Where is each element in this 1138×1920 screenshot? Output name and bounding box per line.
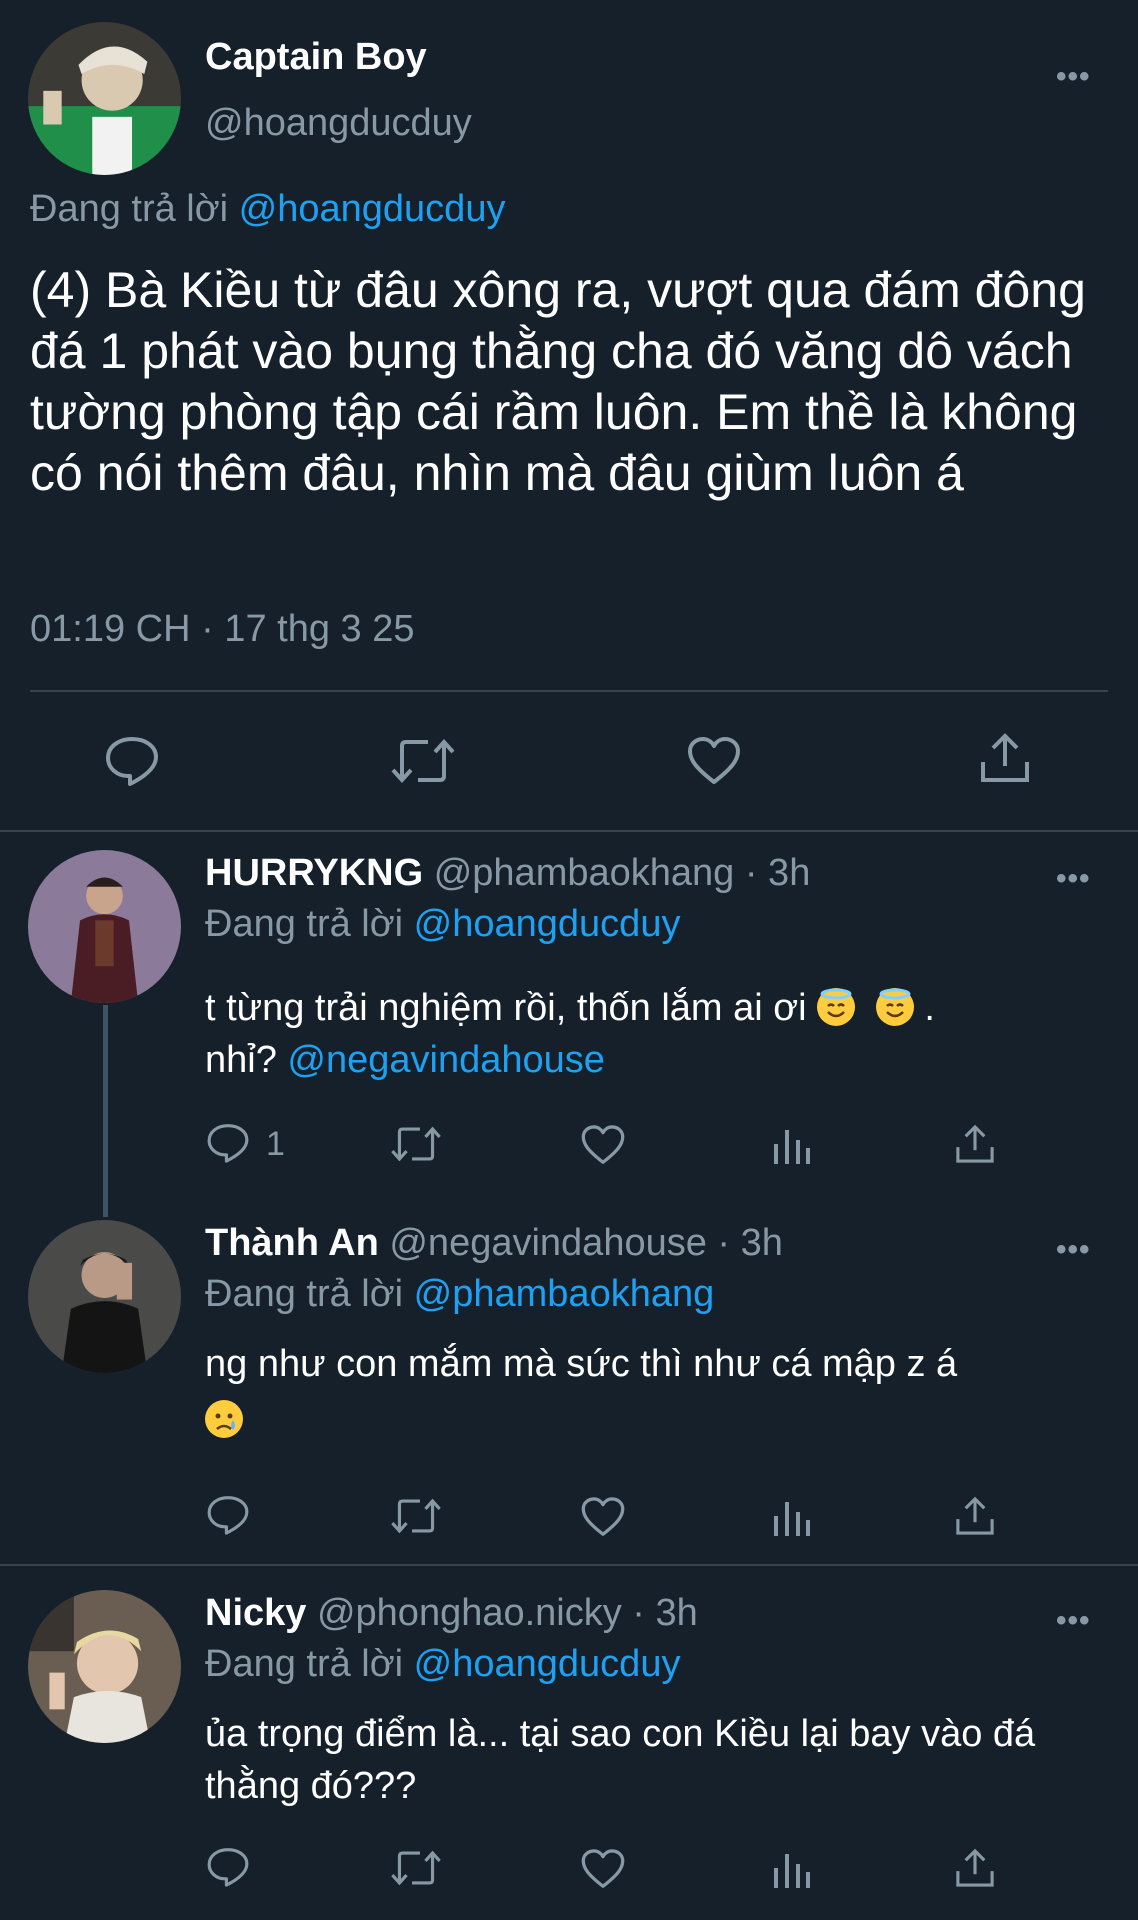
mention-link[interactable]: @negavindahouse — [287, 1039, 605, 1081]
more-options-icon[interactable]: ••• — [1056, 1235, 1091, 1265]
more-options-icon[interactable]: ••• — [1056, 62, 1091, 92]
user-handle[interactable]: @hoangducduy — [205, 102, 472, 145]
share-icon — [956, 1848, 994, 1887]
share-icon — [956, 1496, 994, 1535]
retweet-button[interactable] — [390, 1124, 442, 1164]
tweet-timestamp[interactable]: 01:19 CH · 17 thg 3 25 — [30, 608, 414, 651]
display-name[interactable]: Captain Boy — [205, 36, 427, 79]
share-button[interactable] — [954, 1122, 996, 1166]
like-button[interactable] — [580, 1848, 626, 1890]
display-name[interactable]: Thành An — [205, 1222, 379, 1264]
replying-to: Đang trả lời @hoangducduy — [205, 1643, 680, 1686]
divider — [30, 690, 1108, 692]
heart-icon — [581, 1125, 625, 1164]
retweet-icon — [391, 739, 455, 783]
like-button[interactable] — [686, 736, 742, 786]
replying-to: Đang trả lời @hoangducduy — [30, 188, 505, 231]
share-button[interactable] — [954, 1494, 996, 1538]
views-button[interactable] — [772, 1126, 812, 1166]
reply-header: Thành An @negavindahouse · 3h — [205, 1222, 783, 1265]
heart-icon — [688, 737, 740, 784]
retweet-icon — [391, 1850, 441, 1886]
more-options-icon[interactable]: ••• — [1056, 864, 1091, 894]
retweet-button[interactable] — [390, 1496, 442, 1536]
reply-text: ng như con mắm mà sức thì như cá mập z á — [205, 1338, 1085, 1446]
reply-icon — [106, 737, 158, 786]
replying-to: Đang trả lời @phambaokhang — [205, 1273, 714, 1316]
replying-mention[interactable]: @hoangducduy — [414, 903, 681, 945]
reply-icon — [207, 1848, 249, 1887]
reply-button[interactable] — [206, 1122, 250, 1164]
reply-icon — [207, 1124, 249, 1163]
handle-time[interactable]: @phonghao.nicky · 3h — [317, 1592, 698, 1634]
tweet-text: (4) Bà Kiều từ đâu xông ra, vượt qua đám… — [30, 262, 1086, 501]
avatar-captain-boy[interactable] — [28, 22, 181, 175]
reply-text: t từng trải nghiệm rồi, thốn lắm ai ơi .… — [205, 982, 1085, 1086]
reply-header: HURRYKNG @phambaokhang · 3h — [205, 852, 810, 895]
handle-time[interactable]: @phambaokhang · 3h — [434, 852, 811, 894]
crying-face-icon — [205, 1400, 243, 1438]
reply-button[interactable] — [104, 735, 160, 787]
replying-to: Đang trả lời @hoangducduy — [205, 903, 680, 946]
views-icon — [774, 1854, 810, 1888]
views-button[interactable] — [772, 1850, 812, 1890]
section-divider — [0, 830, 1138, 832]
replying-mention[interactable]: @hoangducduy — [239, 188, 506, 230]
replying-prefix: Đang trả lời — [205, 1273, 404, 1315]
avatar-hurrykng[interactable] — [28, 850, 181, 1003]
heart-icon — [581, 1497, 625, 1536]
handle-time[interactable]: @negavindahouse · 3h — [389, 1222, 783, 1264]
section-divider — [0, 1564, 1138, 1566]
share-button[interactable] — [954, 1846, 996, 1890]
share-button[interactable] — [978, 730, 1032, 786]
reply-text-part: nhỉ? — [205, 1039, 277, 1081]
reply-header: Nicky @phonghao.nicky · 3h — [205, 1592, 698, 1635]
reply-icon — [207, 1496, 249, 1535]
reply-text-part: t từng trải nghiệm rồi, thốn lắm ai ơi — [205, 987, 807, 1029]
display-name[interactable]: HURRYKNG — [205, 852, 423, 894]
views-icon — [774, 1502, 810, 1536]
reply-button[interactable] — [206, 1494, 250, 1536]
like-button[interactable] — [580, 1496, 626, 1538]
replying-prefix: Đang trả lời — [30, 188, 229, 230]
thread-line — [103, 1005, 108, 1217]
heart-icon — [581, 1849, 625, 1888]
share-icon — [956, 1124, 994, 1163]
smiling-face-with-halo-icon — [817, 988, 856, 1026]
views-icon — [774, 1130, 810, 1164]
retweet-button[interactable] — [390, 1848, 442, 1888]
replying-prefix: Đang trả lời — [205, 903, 404, 945]
display-name[interactable]: Nicky — [205, 1592, 306, 1634]
share-icon — [981, 733, 1029, 782]
replying-mention[interactable]: @hoangducduy — [414, 1643, 681, 1685]
views-button[interactable] — [772, 1498, 812, 1538]
replying-prefix: Đang trả lời — [205, 1643, 404, 1685]
main-tweet: Captain Boy @hoangducduy ••• Đang trả lờ… — [0, 0, 1138, 830]
reply-button[interactable] — [206, 1846, 250, 1888]
reply-text: ủa trọng điểm là... tại sao con Kiều lại… — [205, 1713, 1036, 1807]
avatar-nicky[interactable] — [28, 1590, 181, 1743]
reply-text-part: ng như con mắm mà sức thì như cá mập z á — [205, 1343, 958, 1385]
like-button[interactable] — [580, 1124, 626, 1166]
retweet-button[interactable] — [390, 736, 456, 786]
reply-count: 1 — [266, 1125, 285, 1163]
reply-text-part: . — [924, 987, 935, 1029]
retweet-icon — [391, 1126, 441, 1162]
avatar-thanh-an[interactable] — [28, 1220, 181, 1373]
more-options-icon[interactable]: ••• — [1056, 1606, 1091, 1636]
retweet-icon — [391, 1498, 441, 1534]
replying-mention[interactable]: @phambaokhang — [414, 1273, 715, 1315]
smiling-face-with-halo-icon — [875, 988, 914, 1026]
